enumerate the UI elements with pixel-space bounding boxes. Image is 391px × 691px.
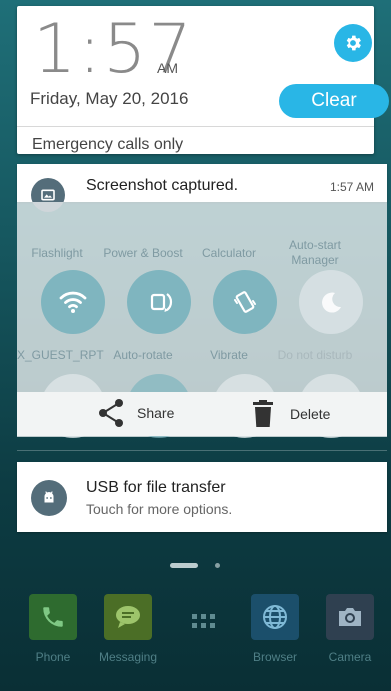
browser-app[interactable] (251, 594, 299, 640)
phone-app[interactable] (29, 594, 77, 640)
moon-icon (322, 292, 341, 313)
page-indicator-dot (215, 563, 220, 568)
screenshot-actions-bar: Share Delete (17, 392, 387, 436)
camera-label: Camera (328, 650, 372, 664)
screenshot-notification-title: Screenshot captured. (86, 177, 239, 194)
qs-tile-auto-rotate[interactable] (127, 270, 191, 334)
notification-header: 1:57 AM Friday, May 20, 2016 Clear Emerg… (17, 6, 389, 154)
qs-label-wifi: X_GUEST_RPT (17, 348, 104, 362)
globe-icon (263, 605, 287, 629)
screenshot-notification[interactable]: Screenshot captured. 1:57 AM (17, 164, 387, 212)
trash-icon (253, 400, 273, 427)
usb-notification-title: USB for file transfer (86, 479, 226, 496)
page-indicator-current (170, 563, 198, 568)
image-icon (41, 189, 55, 201)
auto-rotate-icon (150, 293, 173, 312)
share-action[interactable]: Share (97, 398, 174, 428)
usb-notification-subtitle: Touch for more options. (86, 501, 233, 517)
camera-icon (339, 608, 361, 626)
qs-label-auto-rotate: Auto-rotate (113, 348, 173, 362)
section-divider (17, 450, 387, 451)
date-label: Friday, May 20, 2016 (30, 89, 189, 108)
qs-label-auto-start-manager[interactable]: Auto-start Manager (275, 238, 355, 268)
header-divider (17, 126, 374, 127)
usb-notification[interactable]: USB for file transfer Touch for more opt… (17, 462, 387, 532)
android-icon (44, 491, 54, 503)
qs-label-flashlight[interactable]: Flashlight (17, 246, 97, 261)
delete-label: Delete (290, 406, 331, 422)
share-icon (99, 399, 123, 427)
message-icon (116, 606, 140, 628)
camera-app[interactable] (326, 594, 374, 640)
delete-action[interactable]: Delete (252, 400, 330, 428)
screenshot-notification-time: 1:57 AM (330, 180, 375, 194)
qs-tile-do-not-disturb[interactable] (299, 270, 363, 334)
messaging-app[interactable] (104, 594, 152, 640)
phone-label: Phone (35, 650, 71, 664)
qs-label-power-boost[interactable]: Power & Boost (103, 246, 183, 261)
clock-ampm: AM (157, 60, 178, 76)
app-drawer-button[interactable] (180, 598, 228, 644)
share-label: Share (137, 405, 175, 421)
settings-button[interactable] (334, 24, 372, 62)
phone-icon (43, 607, 63, 627)
wifi-icon (59, 291, 87, 313)
qs-tile-vibrate[interactable] (213, 270, 277, 334)
qs-label-do-not-disturb: Do not disturb (277, 348, 353, 362)
qs-label-calculator[interactable]: Calculator (189, 246, 269, 261)
usb-notification-icon (31, 480, 67, 516)
clear-button[interactable]: Clear (279, 84, 389, 118)
browser-label: Browser (252, 650, 297, 664)
qs-tile-wifi[interactable] (41, 270, 105, 334)
app-drawer-icon (192, 614, 215, 628)
vibrate-icon (234, 291, 256, 313)
gear-icon (346, 35, 361, 51)
qs-label-vibrate: Vibrate (210, 348, 248, 362)
messaging-label: Messaging (98, 650, 158, 664)
emergency-calls-text: Emergency calls only (32, 136, 184, 153)
